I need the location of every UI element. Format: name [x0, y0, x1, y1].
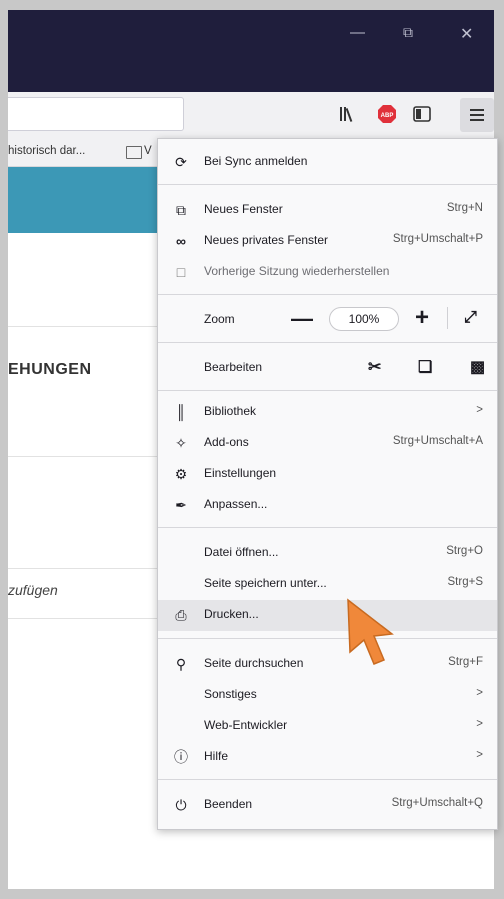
menu-separator — [158, 527, 497, 528]
menu-separator — [158, 342, 497, 343]
cut-icon[interactable]: ✂ — [368, 357, 381, 377]
minimize-icon[interactable]: — — [350, 24, 365, 41]
chevron-right-icon: > — [476, 404, 483, 416]
menu-item-new-window[interactable]: ⧉ Neues Fenster Strg+N — [158, 195, 497, 223]
url-bar[interactable] — [8, 97, 184, 131]
chevron-right-icon: > — [476, 749, 483, 761]
hamburger-menu-icon[interactable] — [460, 98, 494, 132]
menu-separator — [158, 294, 497, 295]
library-icon: ║ — [176, 404, 186, 420]
zoom-out-button[interactable]: — — [291, 308, 313, 330]
adblock-icon[interactable]: ABP — [377, 104, 397, 124]
menu-item-settings[interactable]: ⚙ Einstellungen — [158, 459, 497, 487]
menu-separator — [158, 390, 497, 391]
gear-icon: ⚙ — [174, 466, 188, 482]
menu-item-web-developer[interactable]: Web-Entwickler > — [158, 711, 497, 739]
menu-separator — [158, 779, 497, 780]
pointer-cursor-icon — [347, 598, 394, 665]
divider — [447, 307, 448, 329]
app-menu: ⟳ Bei Sync anmelden ⧉ Neues Fenster Strg… — [157, 138, 498, 830]
divider — [8, 456, 160, 457]
title-bar: — ⧉ ✕ — [8, 10, 494, 92]
menu-item-sync[interactable]: ⟳ Bei Sync anmelden — [158, 147, 497, 175]
restore-icon[interactable]: ⧉ — [403, 24, 413, 41]
sidebar-icon[interactable] — [412, 104, 432, 124]
close-icon[interactable]: ✕ — [460, 24, 473, 44]
menu-item-edit: Bearbeiten ✂ ❏ ▩ — [204, 357, 486, 377]
menu-separator — [158, 638, 497, 639]
new-window-icon: ⧉ — [176, 202, 186, 218]
paste-icon[interactable]: ▩ — [470, 357, 485, 377]
bookmark-item[interactable]: historisch dar... — [8, 145, 85, 157]
svg-text:ABP: ABP — [381, 113, 394, 119]
menu-item-library[interactable]: ║ Bibliothek > — [158, 397, 497, 425]
menu-item-print[interactable]: ⎙ Drucken... — [158, 600, 497, 631]
menu-item-private-window[interactable]: ∞ Neues privates Fenster Strg+Umschalt+P — [158, 226, 497, 254]
menu-item-addons[interactable]: ✧ Add-ons Strg+Umschalt+A — [158, 428, 497, 456]
menu-item-find[interactable]: ⚲ Seite durchsuchen Strg+F — [158, 649, 497, 677]
copy-icon[interactable]: ❏ — [418, 357, 432, 377]
menu-item-customize[interactable]: ✒ Anpassen... — [158, 490, 497, 518]
zoom-in-button[interactable]: + — [415, 306, 429, 330]
sync-icon: ⟳ — [175, 154, 187, 170]
divider — [8, 568, 160, 569]
page-text: zufügen — [8, 582, 58, 598]
divider — [8, 618, 160, 619]
paintbrush-icon: ✒ — [175, 497, 187, 513]
help-icon: ⓘ — [174, 749, 188, 765]
menu-item-restore-session[interactable]: □ Vorherige Sitzung wiederherstellen — [158, 257, 497, 285]
private-mask-icon: ∞ — [176, 233, 186, 249]
menu-item-quit[interactable]: ⏻ Beenden Strg+Umschalt+Q — [158, 790, 497, 818]
puzzle-icon: ✧ — [175, 435, 187, 451]
folder-icon — [126, 146, 142, 159]
menu-item-zoom: Zoom — 100% + ⤢ — [204, 304, 477, 331]
menu-item-open-file[interactable]: Datei öffnen... Strg+O — [158, 538, 497, 566]
menu-separator — [158, 184, 497, 185]
chevron-right-icon: > — [476, 718, 483, 730]
restore-session-icon: □ — [176, 264, 186, 280]
chevron-right-icon: > — [476, 687, 483, 699]
page-header-band — [8, 167, 160, 233]
nav-toolbar: ABP — [8, 92, 494, 139]
search-icon: ⚲ — [175, 656, 187, 672]
zoom-reset-button[interactable]: 100% — [329, 307, 399, 331]
menu-item-save-page[interactable]: Seite speichern unter... Strg+S — [158, 569, 497, 597]
library-icon[interactable] — [338, 104, 358, 124]
printer-icon: ⎙ — [175, 607, 187, 623]
power-icon: ⏻ — [175, 797, 187, 813]
fullscreen-icon[interactable]: ⤢ — [464, 309, 477, 327]
menu-item-more[interactable]: Sonstiges > — [158, 680, 497, 708]
menu-item-help[interactable]: ⓘ Hilfe > — [158, 742, 497, 770]
page-heading: EHUNGEN — [8, 361, 92, 378]
bookmark-item[interactable]: V — [144, 145, 152, 157]
divider — [8, 326, 160, 327]
